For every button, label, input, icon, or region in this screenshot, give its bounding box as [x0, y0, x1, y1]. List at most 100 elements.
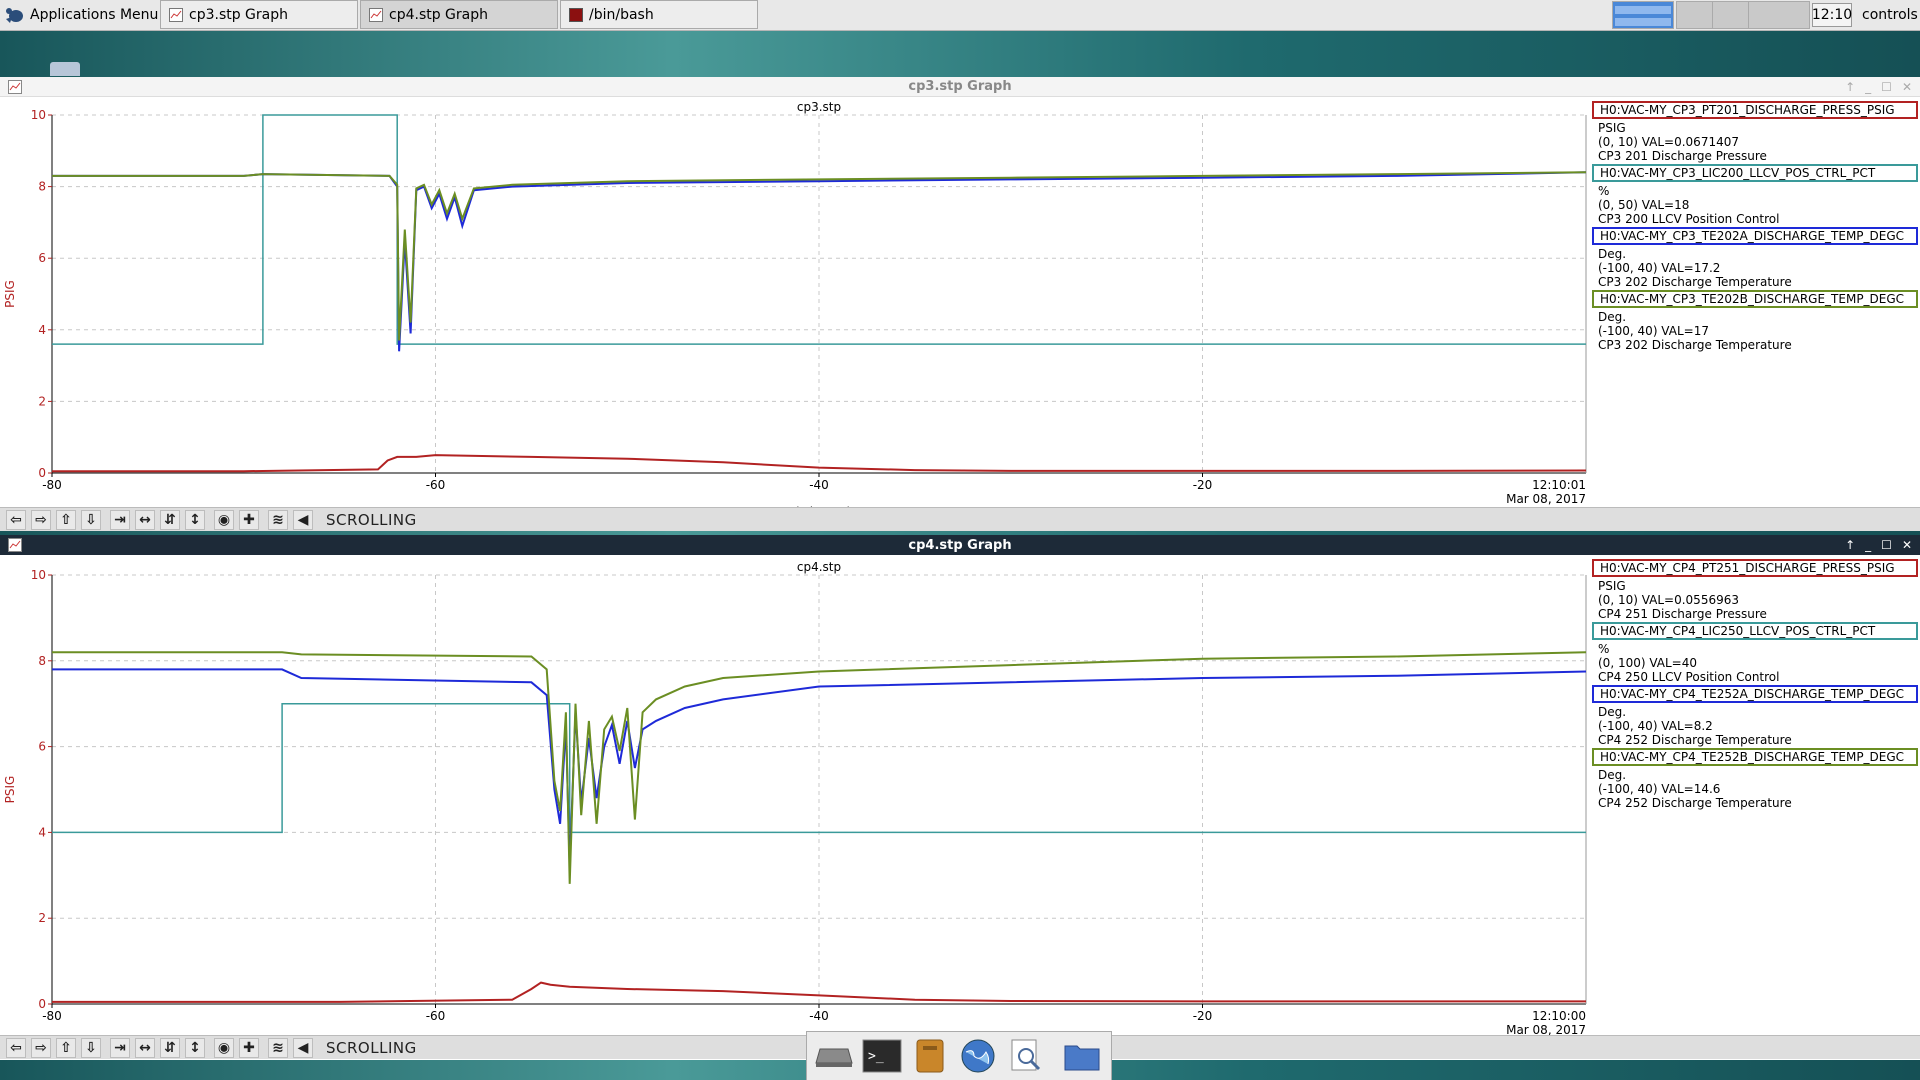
legend-channel-name: H0:VAC-MY_CP4_TE252A_DISCHARGE_TEMP_DEGC [1592, 685, 1918, 703]
taskbar-bash[interactable]: /bin/bash [560, 0, 758, 29]
files-icon[interactable] [909, 1036, 951, 1076]
zoom-out-y-icon[interactable]: ↕ [185, 1037, 205, 1058]
time-label: 12:10:01 [1532, 478, 1586, 492]
workspace-4[interactable] [1748, 1, 1810, 29]
scroll-right-icon[interactable]: ⇨ [31, 1037, 51, 1058]
legend-unit: Deg. [1598, 247, 1627, 261]
legend-entry[interactable]: H0:VAC-MY_CP3_TE202A_DISCHARGE_TEMP_DEGC… [1592, 227, 1918, 289]
x-tick-label: -60 [426, 478, 446, 492]
legend-entry[interactable]: H0:VAC-MY_CP4_PT251_DISCHARGE_PRESS_PSIG… [1592, 559, 1918, 621]
window-titlebar[interactable]: cp3.stp Graph ↑ _ ☐ ✕ [0, 77, 1920, 97]
legend-entry[interactable]: H0:VAC-MY_CP4_TE252A_DISCHARGE_TEMP_DEGC… [1592, 685, 1918, 747]
crosshair-icon[interactable]: ✚ [239, 509, 259, 530]
crosshair-icon[interactable]: ✚ [239, 1037, 259, 1058]
zoom-in-y-icon[interactable]: ⇵ [160, 509, 180, 530]
zoom-in-x-icon[interactable]: ⇥ [110, 509, 130, 530]
scroll-up-icon[interactable]: ⇧ [56, 1037, 76, 1058]
y-tick-label: 2 [38, 394, 46, 408]
window-title: cp4.stp Graph [908, 537, 1012, 553]
legend-range-value: (0, 50) VAL=18 [1598, 198, 1690, 212]
applications-menu-button[interactable]: Applications Menu [0, 0, 164, 30]
workspace-window-preview [1615, 18, 1671, 26]
zoom-in-y-icon[interactable]: ⇵ [160, 1037, 180, 1058]
scroll-right-icon[interactable]: ⇨ [31, 509, 51, 530]
minimize-icon[interactable]: _ [1865, 538, 1871, 552]
autoscale-icon[interactable]: ≋ [268, 509, 288, 530]
legend-entry[interactable]: H0:VAC-MY_CP3_PT201_DISCHARGE_PRESS_PSIG… [1592, 101, 1918, 163]
desktop-folder-icon[interactable] [50, 62, 80, 76]
workspace-1[interactable] [1612, 1, 1674, 29]
legend-unit: Deg. [1598, 768, 1627, 782]
pause-icon[interactable]: ◉ [214, 1037, 234, 1058]
folder-icon[interactable] [1061, 1036, 1103, 1076]
svg-text:>_: >_ [868, 1049, 884, 1064]
back-icon[interactable]: ◀ [293, 509, 313, 530]
legend-description: CP4 251 Discharge Pressure [1598, 607, 1767, 621]
legend-entry[interactable]: H0:VAC-MY_CP4_LIC250_LLCV_POS_CTRL_PCT%(… [1592, 622, 1918, 684]
minimize-icon[interactable]: _ [1865, 80, 1871, 94]
legend-description: CP3 202 Discharge Temperature [1598, 275, 1792, 289]
scroll-left-icon[interactable]: ⇦ [6, 509, 26, 530]
zoom-out-x-icon[interactable]: ↔ [135, 509, 155, 530]
legend-description: CP4 252 Discharge Temperature [1598, 796, 1792, 810]
scroll-up-icon[interactable]: ⇧ [56, 509, 76, 530]
task-label: cp3.stp Graph [189, 6, 289, 23]
zoom-out-y-icon[interactable]: ↕ [185, 509, 205, 530]
legend-unit: Deg. [1598, 310, 1627, 324]
terminal-icon[interactable]: >_ [861, 1036, 903, 1076]
y-axis-label: PSIG [3, 776, 17, 804]
legend-unit: PSIG [1598, 579, 1626, 593]
maximize-icon[interactable]: ☐ [1881, 80, 1892, 94]
close-icon[interactable]: ✕ [1902, 80, 1912, 94]
legend-entry[interactable]: H0:VAC-MY_CP3_TE202B_DISCHARGE_TEMP_DEGC… [1592, 290, 1918, 352]
scroll-left-icon[interactable]: ⇦ [6, 1037, 26, 1058]
graph-toolbar: ⇦ ⇨ ⇧ ⇩ ⇥ ↔ ⇵ ↕ ◉ ✚ ≋ ◀ SCROLLING [0, 507, 1920, 531]
plot-area[interactable]: cp3.stp0246810-80 -60 -40 -20 12:10:01Mar 08… [0, 97, 1590, 509]
plot-title: cp3.stp [797, 100, 841, 114]
scroll-down-icon[interactable]: ⇩ [81, 1037, 101, 1058]
close-icon[interactable]: ✕ [1902, 538, 1912, 552]
clock[interactable]: 12:10 [1812, 3, 1852, 27]
x-tick-label: -60 [426, 1009, 446, 1023]
date-label: Mar 08, 2017 [1506, 492, 1586, 506]
browser-icon[interactable] [957, 1036, 999, 1076]
legend-unit: % [1598, 184, 1610, 198]
back-icon[interactable]: ◀ [293, 1037, 313, 1058]
legend-entry[interactable]: H0:VAC-MY_CP4_TE252B_DISCHARGE_TEMP_DEGC… [1592, 748, 1918, 810]
zoom-out-x-icon[interactable]: ↔ [135, 1037, 155, 1058]
window-titlebar[interactable]: cp4.stp Graph ↑ _ ☐ ✕ [0, 535, 1920, 555]
drive-icon[interactable] [813, 1036, 855, 1076]
legend: H0:VAC-MY_CP4_PT251_DISCHARGE_PRESS_PSIG… [1592, 559, 1918, 811]
search-icon[interactable] [1005, 1036, 1047, 1076]
autoscale-icon[interactable]: ≋ [268, 1037, 288, 1058]
arrow-up-icon[interactable]: ↑ [1845, 538, 1855, 552]
scroll-down-icon[interactable]: ⇩ [81, 509, 101, 530]
x-tick-label: -20 [1193, 1009, 1213, 1023]
arrow-up-icon[interactable]: ↑ [1845, 80, 1855, 94]
legend-channel-name: H0:VAC-MY_CP3_LIC200_LLCV_POS_CTRL_PCT [1592, 164, 1918, 182]
taskbar-cp3-graph[interactable]: cp3.stp Graph [160, 0, 358, 29]
scroll-mode-label: SCROLLING [326, 510, 417, 529]
legend-range-value: (0, 10) VAL=0.0556963 [1598, 593, 1739, 607]
window-controls: ↑ _ ☐ ✕ [1845, 535, 1912, 555]
time-label: 12:10:00 [1532, 1009, 1586, 1023]
legend-channel-name: H0:VAC-MY_CP3_TE202A_DISCHARGE_TEMP_DEGC [1592, 227, 1918, 245]
maximize-icon[interactable]: ☐ [1881, 538, 1892, 552]
plot-area[interactable]: cp4.stp0246810-80 -60 -40 -20 12:10:00Mar 08… [0, 555, 1590, 1038]
legend-range-value: (0, 100) VAL=40 [1598, 656, 1698, 670]
legend-channel-name: H0:VAC-MY_CP4_TE252B_DISCHARGE_TEMP_DEGC [1592, 748, 1918, 766]
graph-window-cp3: cp3.stp Graph ↑ _ ☐ ✕ cp3.stp 0 2 4 6 8 10 -80-… [0, 77, 1920, 531]
zoom-in-x-icon[interactable]: ⇥ [110, 1037, 130, 1058]
plot-title: cp4.stp [797, 560, 841, 574]
graph-window-cp4: cp4.stp Graph ↑ _ ☐ ✕ cp4.stp 0 2 4 6 8 10 -80-… [0, 535, 1920, 1060]
legend-entry[interactable]: H0:VAC-MY_CP3_LIC200_LLCV_POS_CTRL_PCT%(… [1592, 164, 1918, 226]
applications-menu-label: Applications Menu [30, 7, 159, 23]
legend-channel-name: H0:VAC-MY_CP3_TE202B_DISCHARGE_TEMP_DEGC [1592, 290, 1918, 308]
user-menu[interactable]: controls [1862, 0, 1918, 30]
pause-icon[interactable]: ◉ [214, 509, 234, 530]
taskbar-cp4-graph[interactable]: cp4.stp Graph [360, 0, 558, 29]
x-tick-label: -40 [809, 478, 829, 492]
legend-description: CP3 202 Discharge Temperature [1598, 338, 1792, 352]
legend-unit: PSIG [1598, 121, 1626, 135]
graph-window-icon [169, 7, 183, 22]
